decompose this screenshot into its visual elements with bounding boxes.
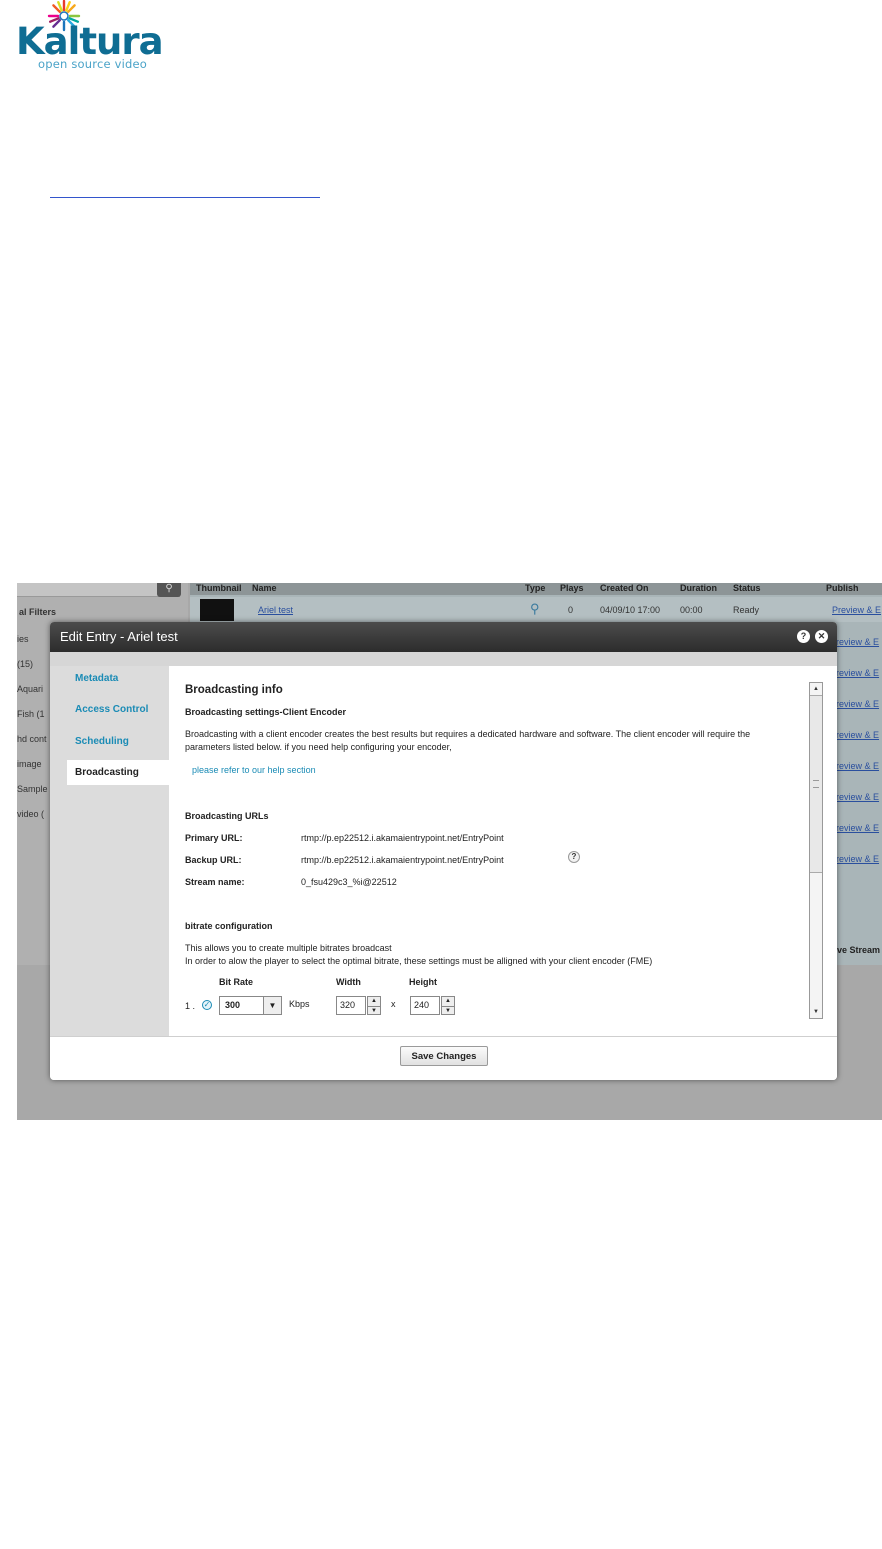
spin-down-icon[interactable]: ▼: [442, 1006, 454, 1015]
times-sign: x: [391, 999, 396, 1009]
publish-link[interactable]: Preview & E: [830, 854, 882, 885]
table-header: Thumbnail Name Type Plays Created On Dur…: [190, 583, 882, 595]
thumbnail[interactable]: [200, 599, 234, 621]
bitrate-text: This allows you to create multiple bitra…: [185, 943, 392, 953]
grip-icon: [813, 780, 819, 788]
dialog-header-strip: [50, 652, 837, 666]
column-header[interactable]: Created On: [600, 583, 649, 593]
scroll-up-icon[interactable]: ▲: [810, 683, 822, 695]
column-header[interactable]: Duration: [680, 583, 717, 593]
entry-name-link[interactable]: Ariel test: [258, 605, 293, 615]
height-input[interactable]: 240: [410, 996, 440, 1015]
backup-url-label: Backup URL:: [185, 855, 242, 865]
height-column-header: Height: [409, 977, 437, 987]
status-value: Ready: [733, 605, 760, 615]
column-header[interactable]: Thumbnail: [196, 583, 242, 593]
broadcasting-panel: Broadcasting info Broadcasting settings-…: [169, 666, 837, 1036]
subheading: Broadcasting settings-Client Encoder: [185, 707, 347, 717]
bitrate-select-value: 300: [225, 1000, 241, 1010]
stream-name-value: 0_fsu429c3_%i@22512: [301, 877, 397, 887]
scroll-down-icon[interactable]: ▼: [810, 1006, 822, 1018]
spin-up-icon[interactable]: ▲: [442, 997, 454, 1006]
close-icon[interactable]: ✕: [815, 630, 828, 643]
logo-wordmark: Kaltura: [16, 20, 164, 63]
kmc-screenshot: ⚲ al Filters ies (15) Aquari Fish (1 hd …: [17, 583, 882, 1120]
background-publish-links: Preview & E Preview & E Preview & E Prev…: [830, 637, 882, 885]
bitrate-unit: Kbps: [289, 999, 310, 1009]
publish-link[interactable]: Preview & E: [830, 699, 882, 730]
logo-tagline: open source video: [38, 57, 148, 71]
bitrate-select[interactable]: 300 ▼: [219, 996, 282, 1015]
live-stream-icon: ⚲: [530, 601, 540, 616]
intro-text: Broadcasting with a client encoder creat…: [185, 729, 751, 739]
duration-value: 00:00: [680, 605, 703, 615]
publish-link[interactable]: Preview & E: [832, 605, 881, 615]
dialog-header: Edit Entry - Ariel test ? ✕: [50, 622, 837, 652]
publish-link[interactable]: Preview & E: [830, 730, 882, 761]
plays-value: 0: [568, 605, 574, 615]
column-header[interactable]: Status: [733, 583, 761, 593]
help-icon[interactable]: ?: [797, 630, 810, 643]
help-section-link[interactable]: please refer to our help section: [192, 765, 316, 775]
chevron-down-icon[interactable]: ▼: [263, 997, 281, 1014]
spin-up-icon[interactable]: ▲: [368, 997, 380, 1006]
column-header[interactable]: Type: [525, 583, 545, 593]
tab-broadcasting[interactable]: Broadcasting: [67, 760, 169, 785]
tab-metadata[interactable]: Metadata: [67, 666, 169, 691]
publish-link[interactable]: Preview & E: [830, 823, 882, 854]
primary-url-value: rtmp://p.ep22512.i.akamaientrypoint.net/…: [301, 833, 504, 843]
column-header[interactable]: Name: [252, 583, 277, 593]
spin-down-icon[interactable]: ▼: [368, 1006, 380, 1015]
stream-name-label: Stream name:: [185, 877, 245, 887]
row-index: 1 .: [185, 1001, 196, 1011]
publish-link[interactable]: Preview & E: [830, 637, 882, 668]
dialog-title: Edit Entry - Ariel test: [60, 629, 178, 644]
scroll-thumb[interactable]: [810, 695, 822, 873]
edit-entry-dialog: Edit Entry - Ariel test ? ✕ Metadata Acc…: [50, 622, 837, 1080]
column-header[interactable]: Plays: [560, 583, 584, 593]
column-header[interactable]: Publish: [826, 583, 859, 593]
bitrate-heading: bitrate configuration: [185, 921, 273, 931]
content-scrollbar[interactable]: ▲ ▼: [809, 682, 823, 1019]
publish-link[interactable]: Preview & E: [830, 668, 882, 699]
bitrate-text: In order to alow the player to select th…: [185, 956, 653, 966]
height-stepper[interactable]: ▲ ▼: [441, 996, 455, 1015]
publish-link[interactable]: Preview & E: [830, 792, 882, 823]
background-search-field[interactable]: [17, 583, 180, 597]
width-input[interactable]: 320: [336, 996, 366, 1015]
dialog-side-nav: Metadata Access Control Scheduling Broad…: [50, 666, 169, 1036]
add-live-stream-button[interactable]: ve Stream: [837, 945, 880, 955]
magnifier-icon[interactable]: ⚲: [157, 583, 181, 597]
question-icon[interactable]: ?: [568, 851, 580, 863]
dialog-footer: Save Changes: [50, 1036, 837, 1080]
kaltura-logo: Kaltura open source video: [16, 0, 164, 72]
intro-text: parameters listed below. if you need hel…: [185, 742, 452, 752]
tab-access-control[interactable]: Access Control: [67, 697, 169, 722]
publish-link[interactable]: Preview & E: [830, 761, 882, 792]
tab-scheduling[interactable]: Scheduling: [67, 729, 169, 754]
urls-heading: Broadcasting URLs: [185, 811, 269, 821]
bitrate-enabled-checkbox[interactable]: ✓: [202, 1000, 212, 1010]
primary-url-label: Primary URL:: [185, 833, 243, 843]
width-column-header: Width: [336, 977, 361, 987]
link-underline[interactable]: [50, 197, 320, 198]
section-heading: Broadcasting info: [185, 684, 283, 696]
width-stepper[interactable]: ▲ ▼: [367, 996, 381, 1015]
backup-url-value: rtmp://b.ep22512.i.akamaientrypoint.net/…: [301, 855, 504, 865]
bitrate-column-header: Bit Rate: [219, 977, 254, 987]
background-filters-label: al Filters: [19, 607, 57, 617]
table-row[interactable]: Ariel test ⚲ 0 04/09/10 17:00 00:00 Read…: [190, 597, 882, 622]
save-changes-button[interactable]: Save Changes: [400, 1046, 488, 1066]
created-value: 04/09/10 17:00: [600, 605, 661, 615]
